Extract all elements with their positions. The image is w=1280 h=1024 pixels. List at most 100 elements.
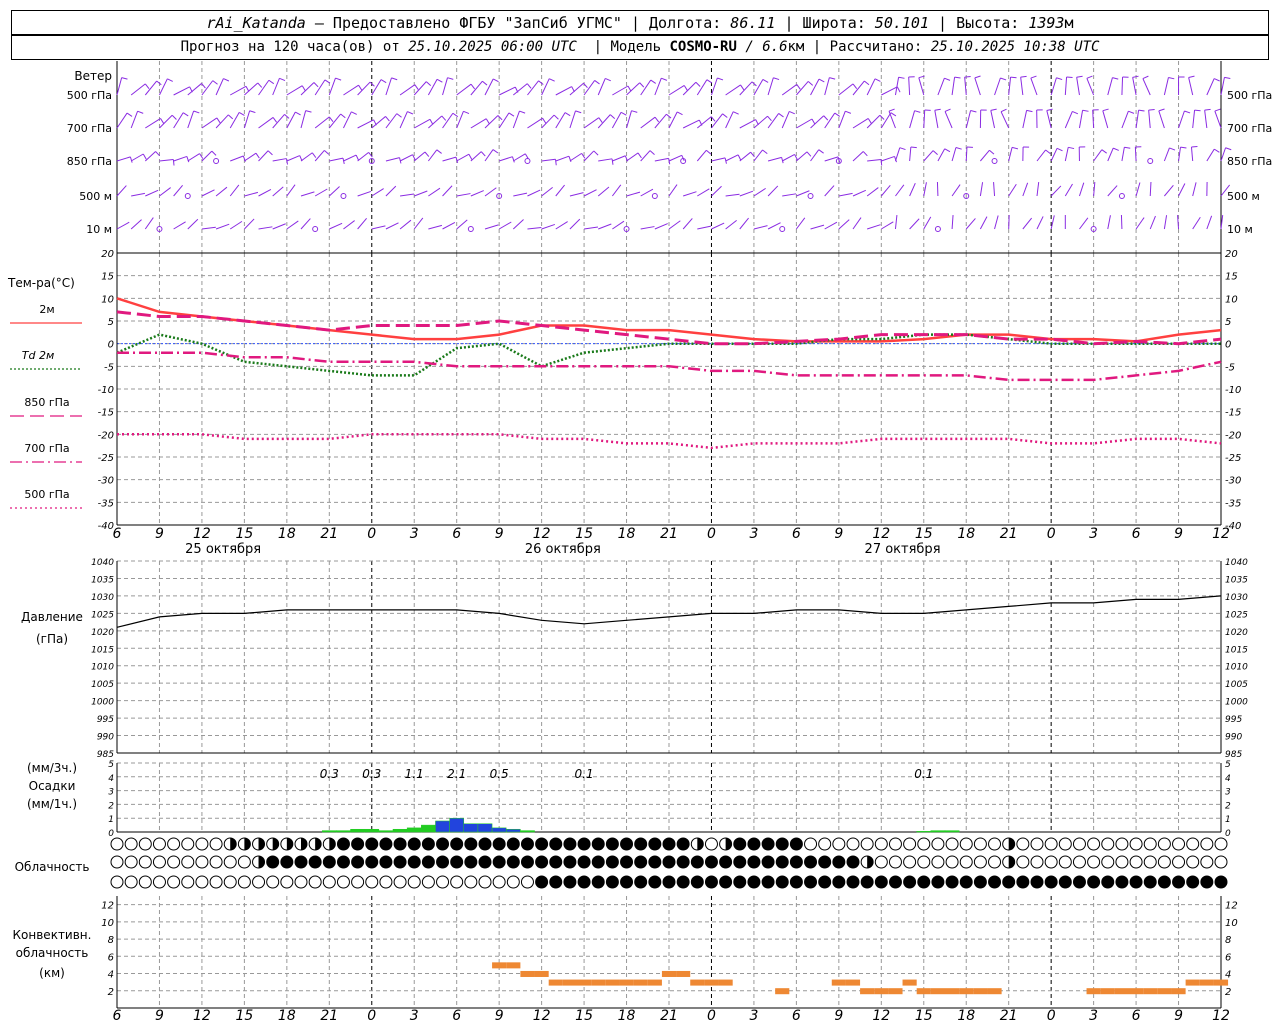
cloud-cover-mark [1058,855,1072,869]
wind-barb-feather [1056,77,1063,81]
temp-tick-label: 20 [1225,249,1238,260]
cloud-cover-mark [648,875,662,889]
wind-barb-feather [1132,75,1139,78]
wind-barb [272,158,287,162]
cloud-cover-mark [775,875,789,889]
wind-barb [852,80,865,96]
wind-barb-feather [575,110,582,114]
conv-title-1: Конвективн. [13,928,92,942]
wind-barb-feather [355,154,360,161]
wind-barb [696,116,712,129]
cloud-cover-mark [973,837,987,851]
cloud-cover-mark [492,855,506,869]
wind-barb-feather [485,118,490,125]
wind-barb [1036,182,1040,197]
temp-tick-label: -10 [98,385,114,396]
cloud-cover-mark [237,855,251,869]
cloud-cover-mark [676,837,690,851]
wind-barb-feather [1046,108,1053,112]
wind-barb-feather [1102,108,1109,112]
cloud-cover-mark [775,855,789,869]
precip-bar [378,830,394,833]
conv-tick-label: 10 [101,918,114,929]
cloud-cover-half [230,838,237,850]
precip-bar [491,827,507,833]
cloud-cover-mark [832,837,846,851]
cloud-cover-mark [1157,837,1171,851]
wind-barb-feather [631,110,638,113]
wind-barb [513,153,526,162]
wind-barb [300,218,311,230]
temp-tick-label: -20 [1225,430,1241,441]
wind-barb-feather [1224,76,1231,79]
hour-label: 9 [1174,526,1183,542]
wind-barb [442,77,448,96]
wind-barb [144,80,158,96]
wind-barb [569,192,584,197]
wind-barb [272,114,285,129]
conv-tick-label: 10 [1225,918,1238,929]
wind-barb [990,110,996,129]
wind-barb [1148,110,1151,129]
cloud-cover-mark [959,855,973,869]
cloud-cover-mark [1214,855,1228,869]
wind-barb [130,219,142,230]
hour-label: 3 [1089,1008,1098,1024]
cloud-cover-mark [917,875,931,889]
precip-bar [930,830,946,833]
wind-barb [159,159,174,162]
wind-level-label: 500 м [1227,190,1260,203]
wind-barb-feather [492,78,499,83]
cloud-cover-mark [365,875,379,889]
wind-barb [1178,110,1185,129]
wind-barb-feather [1072,110,1079,115]
cloud-cover-mark [1058,837,1072,851]
wind-barb-feather [1188,75,1195,78]
cloud-title: Облачность [15,860,90,874]
cloud-cover-mark [1072,875,1086,889]
wind-barb [201,80,214,96]
wind-barb [314,116,330,129]
pressure-tick-label: 985 [1225,750,1242,760]
cloud-cover-mark [577,855,591,869]
cloud-cover-mark [506,875,520,889]
temp-tick-label: 20 [101,249,114,260]
wind-barb [173,221,186,230]
pressure-tick-label: 1035 [1225,575,1248,585]
wind-barb [286,184,296,197]
meteogram: 20 2015 1510 105 50 0-5 -5-10 -10-15 -15-20 -20-2… [7,61,1272,1024]
wind-barb-feather [470,83,476,90]
temp-tick-label: 15 [1225,272,1238,283]
cloud-cover-mark [549,875,563,889]
cloud-cover-mark [1172,855,1186,869]
wind-barb [159,114,173,129]
hour-label: 21 [1000,1008,1018,1024]
wind-barb [1132,77,1137,96]
convective-bar [577,979,592,986]
wind-barb-feather [555,159,557,166]
wind-barb [1008,77,1012,96]
hour-label: 15 [915,526,933,542]
pressure-tick-label: 1030 [91,593,114,603]
cloud-cover-mark [1172,837,1186,851]
cloud-cover-mark [1200,875,1214,889]
wind-barb-feather [186,156,190,163]
wind-barb [980,149,990,162]
precip-bar [435,820,450,833]
wind-barb-feather [970,110,977,113]
cloud-cover-mark [1016,837,1030,851]
wind-barb [173,112,184,129]
wind-barb-feather [463,110,470,115]
wind-barb-feather [874,78,881,82]
wind-barb [1163,147,1170,162]
wind-barb [753,149,763,162]
wind-barb [881,221,894,230]
wind-barb [116,112,128,129]
wind-barb-feather [526,83,532,89]
wind-calm-mark [213,158,220,164]
wind-barb-feather [295,111,301,116]
wind-barb-feather [676,111,683,116]
wind-barb-feather [717,77,724,81]
cloud-cover-mark [804,837,818,851]
wind-barb [1220,77,1225,96]
